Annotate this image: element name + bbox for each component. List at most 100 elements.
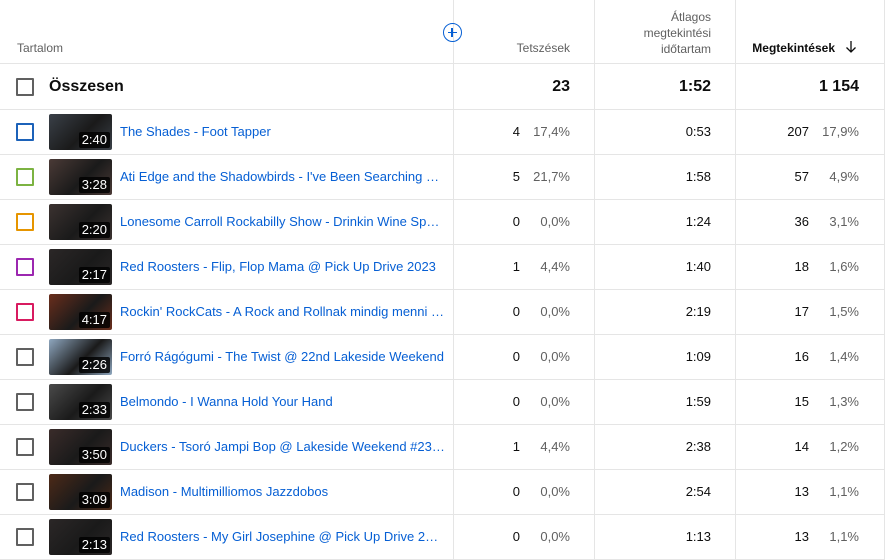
video-duration: 2:26 — [78, 357, 110, 373]
table-row[interactable]: 2:17 Red Roosters - Flip, Flop Mama @ Pi… — [0, 245, 885, 290]
row-likes: 0 — [512, 349, 520, 364]
row-views: 16 — [794, 349, 809, 364]
row-views: 57 — [794, 169, 809, 184]
row-views-percent: 3,1% — [829, 214, 859, 229]
row-views-percent: 4,9% — [829, 169, 859, 184]
row-checkbox[interactable] — [16, 168, 34, 186]
header-likes[interactable]: Tetszések — [517, 41, 570, 55]
video-duration: 2:13 — [78, 537, 110, 553]
video-duration: 2:40 — [78, 132, 110, 148]
row-avg-duration: 2:38 — [685, 439, 711, 454]
analytics-table: Tartalom Tetszések Átlagos megtekintési … — [0, 0, 885, 560]
row-likes: 0 — [512, 529, 520, 544]
row-checkbox[interactable] — [16, 348, 34, 366]
header-avg-view-duration[interactable]: Átlagos megtekintési időtartam — [581, 9, 711, 57]
row-views-percent: 1,2% — [829, 439, 859, 454]
video-thumbnail[interactable]: 3:28 — [49, 159, 112, 195]
video-duration: 4:17 — [78, 312, 110, 328]
video-thumbnail[interactable]: 2:17 — [49, 249, 112, 285]
video-title-link[interactable]: Madison - Multimilliomos Jazzdobos — [120, 484, 445, 499]
row-likes: 1 — [512, 439, 520, 454]
row-likes-percent: 0,0% — [540, 214, 570, 229]
video-duration: 3:09 — [78, 492, 110, 508]
row-likes: 0 — [512, 484, 520, 499]
row-likes-percent: 0,0% — [540, 484, 570, 499]
row-checkbox[interactable] — [16, 438, 34, 456]
video-title-link[interactable]: Forró Rágógumi - The Twist @ 22nd Lakesi… — [120, 349, 445, 364]
row-likes-percent: 0,0% — [540, 529, 570, 544]
table-row[interactable]: 3:50 Duckers - Tsoró Jampi Bop @ Lakesid… — [0, 425, 885, 470]
row-avg-duration: 1:40 — [685, 259, 711, 274]
table-row[interactable]: 3:09 Madison - Multimilliomos Jazzdobos … — [0, 470, 885, 515]
total-row: Összesen 23 1:52 1 154 — [0, 63, 885, 110]
row-checkbox[interactable] — [16, 483, 34, 501]
total-likes: 23 — [552, 78, 570, 95]
table-row[interactable]: 2:13 Red Roosters - My Girl Josephine @ … — [0, 515, 885, 560]
video-duration: 3:28 — [78, 177, 110, 193]
total-views: 1 154 — [818, 78, 859, 95]
video-title-link[interactable]: Lonesome Carroll Rockabilly Show - Drink… — [120, 214, 445, 229]
table-row[interactable]: 2:20 Lonesome Carroll Rockabilly Show - … — [0, 200, 885, 245]
video-duration: 2:17 — [78, 267, 110, 283]
row-views: 14 — [794, 439, 809, 454]
row-checkbox[interactable] — [16, 123, 34, 141]
row-checkbox[interactable] — [16, 528, 34, 546]
video-thumbnail[interactable]: 3:50 — [49, 429, 112, 465]
row-avg-duration: 0:53 — [685, 124, 711, 139]
row-views-percent: 1,4% — [829, 349, 859, 364]
video-thumbnail[interactable]: 4:17 — [49, 294, 112, 330]
header-avg-line-2: megtekintési — [643, 26, 711, 40]
total-avg-duration: 1:52 — [678, 78, 711, 95]
row-views-percent: 1,1% — [829, 484, 859, 499]
row-views: 13 — [794, 484, 809, 499]
table-row[interactable]: 3:28 Ati Edge and the Shadowbirds - I've… — [0, 155, 885, 200]
row-avg-duration: 2:19 — [685, 304, 711, 319]
video-title-link[interactable]: The Shades - Foot Tapper — [120, 124, 445, 139]
row-likes: 5 — [512, 169, 520, 184]
video-thumbnail[interactable]: 2:20 — [49, 204, 112, 240]
row-likes: 0 — [512, 394, 520, 409]
row-views-percent: 17,9% — [822, 124, 859, 139]
row-views-percent: 1,6% — [829, 259, 859, 274]
video-title-link[interactable]: Belmondo - I Wanna Hold Your Hand — [120, 394, 445, 409]
video-title-link[interactable]: Rockin' RockCats - A Rock and Rollnak mi… — [120, 304, 445, 319]
row-likes-percent: 0,0% — [540, 304, 570, 319]
video-title-link[interactable]: Ati Edge and the Shadowbirds - I've Been… — [120, 169, 445, 184]
header-content[interactable]: Tartalom — [17, 41, 63, 55]
row-checkbox[interactable] — [16, 393, 34, 411]
row-views: 18 — [794, 259, 809, 274]
video-thumbnail[interactable]: 2:33 — [49, 384, 112, 420]
add-metric-button[interactable] — [443, 23, 462, 42]
row-likes-percent: 21,7% — [533, 169, 570, 184]
select-all-checkbox[interactable] — [16, 78, 34, 96]
table-row[interactable]: 2:26 Forró Rágógumi - The Twist @ 22nd L… — [0, 335, 885, 380]
row-checkbox[interactable] — [16, 213, 34, 231]
header-avg-line-1: Átlagos — [670, 10, 711, 24]
row-views: 207 — [787, 124, 809, 139]
row-likes: 0 — [512, 214, 520, 229]
row-views: 13 — [794, 529, 809, 544]
video-title-link[interactable]: Red Roosters - My Girl Josephine @ Pick … — [120, 529, 445, 544]
video-thumbnail[interactable]: 2:40 — [49, 114, 112, 150]
row-views: 17 — [794, 304, 809, 319]
sort-descending-icon[interactable] — [845, 40, 857, 54]
row-checkbox[interactable] — [16, 258, 34, 276]
table-row[interactable]: 4:17 Rockin' RockCats - A Rock and Rolln… — [0, 290, 885, 335]
video-thumbnail[interactable]: 2:13 — [49, 519, 112, 555]
table-row[interactable]: 2:40 The Shades - Foot Tapper 4 17,4% 0:… — [0, 110, 885, 155]
row-likes: 4 — [512, 124, 520, 139]
row-checkbox[interactable] — [16, 303, 34, 321]
row-likes-percent: 0,0% — [540, 394, 570, 409]
header-views[interactable]: Megtekintések — [752, 41, 835, 55]
video-duration: 3:50 — [78, 447, 110, 463]
video-thumbnail[interactable]: 3:09 — [49, 474, 112, 510]
table-row[interactable]: 2:33 Belmondo - I Wanna Hold Your Hand 0… — [0, 380, 885, 425]
row-avg-duration: 1:13 — [685, 529, 711, 544]
row-views: 15 — [794, 394, 809, 409]
row-views-percent: 1,5% — [829, 304, 859, 319]
video-title-link[interactable]: Red Roosters - Flip, Flop Mama @ Pick Up… — [120, 259, 445, 274]
video-thumbnail[interactable]: 2:26 — [49, 339, 112, 375]
row-likes: 1 — [512, 259, 520, 274]
row-likes-percent: 17,4% — [533, 124, 570, 139]
video-title-link[interactable]: Duckers - Tsoró Jampi Bop @ Lakeside Wee… — [120, 439, 445, 454]
